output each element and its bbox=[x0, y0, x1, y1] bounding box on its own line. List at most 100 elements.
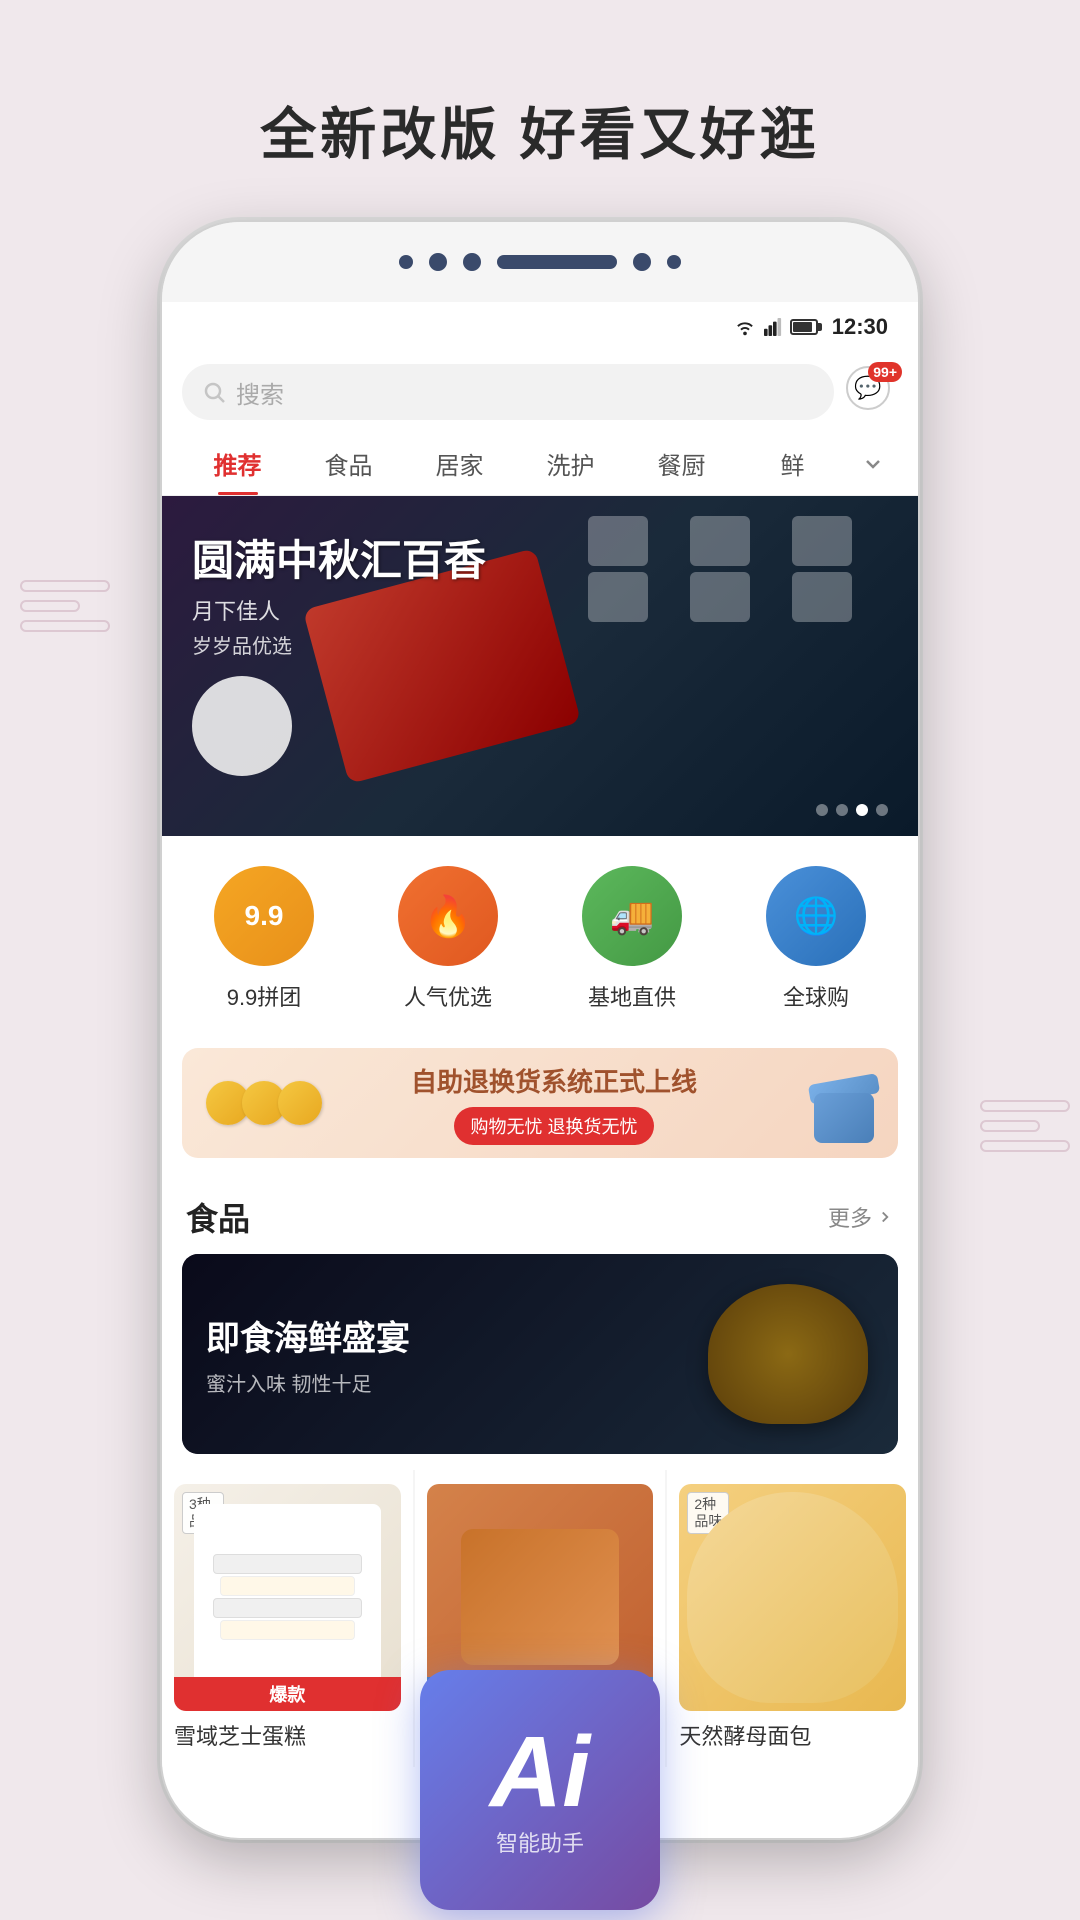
decor-line bbox=[20, 620, 110, 632]
banner-food-items bbox=[588, 516, 888, 622]
popular-icon-emoji: 🔥 bbox=[423, 893, 473, 940]
cat-item-tuijian[interactable]: 推荐 bbox=[182, 432, 293, 495]
status-bar: 12:30 bbox=[162, 302, 918, 352]
food-banner[interactable]: 即食海鲜盛宴 蜜汁入味 韧性十足 bbox=[182, 1254, 898, 1454]
decor-lines-left bbox=[20, 580, 110, 640]
promo-sub-btn: 购物无忧 退换货无忧 bbox=[454, 1107, 653, 1145]
box-shape bbox=[814, 1093, 874, 1143]
cake-visual bbox=[194, 1504, 381, 1691]
sensor-dot-2 bbox=[429, 253, 447, 271]
battery-icon bbox=[790, 319, 818, 335]
category-nav: 推荐 食品 居家 洗护 餐厨 鲜 bbox=[162, 432, 918, 496]
quick-icon-direct[interactable]: 🚚 基地直供 bbox=[582, 866, 682, 1012]
direct-icon-circle: 🚚 bbox=[582, 866, 682, 966]
signal-icon bbox=[764, 318, 782, 336]
banner-text-overlay: 圆满中秋汇百香 月下佳人 岁岁品优选 bbox=[192, 536, 486, 659]
decor-line bbox=[980, 1140, 1070, 1152]
promo-box-icon bbox=[794, 1063, 874, 1143]
search-input-wrap[interactable]: 搜索 bbox=[182, 364, 834, 420]
wifi-icon bbox=[734, 318, 756, 336]
direct-label: 基地直供 bbox=[588, 980, 676, 1012]
phone-frame: 12:30 搜索 💬 99+ bbox=[160, 220, 920, 1840]
cake-layer-1 bbox=[213, 1554, 362, 1574]
product-name-bread: 天然酵母面包 bbox=[679, 1723, 906, 1752]
food-cup-6 bbox=[792, 572, 852, 622]
food-cup-5 bbox=[690, 572, 750, 622]
food-cup-4 bbox=[588, 572, 648, 622]
promo-banner[interactable]: 自助退换货系统正式上线 购物无忧 退换货无忧 bbox=[182, 1048, 898, 1158]
food-banner-sub: 蜜汁入味 韧性十足 bbox=[206, 1368, 410, 1397]
decor-line bbox=[20, 600, 80, 612]
cake-layer-2 bbox=[220, 1576, 354, 1596]
product-badge-cake: 爆款 bbox=[174, 1677, 401, 1711]
quick-icons: 9.9 9.9拼团 🔥 人气优选 🚚 基地直供 bbox=[162, 836, 918, 1032]
promo-coins bbox=[206, 1081, 314, 1125]
banner-plate bbox=[192, 676, 292, 776]
promo-main-text: 自助退换货系统正式上线 bbox=[411, 1062, 697, 1099]
duck-meat bbox=[461, 1529, 620, 1665]
food-bowl bbox=[708, 1284, 868, 1424]
dot-3 bbox=[856, 804, 868, 816]
promo-center: 自助退换货系统正式上线 购物无忧 退换货无忧 bbox=[411, 1062, 697, 1145]
product-card-cake[interactable]: 3种 品味 爆款 bbox=[162, 1470, 413, 1767]
decor-line bbox=[980, 1120, 1040, 1132]
page-title: 全新改版 好看又好逛 bbox=[0, 0, 1080, 231]
banner-main-text: 圆满中秋汇百香 bbox=[192, 536, 486, 586]
pint-label: 9.9拼团 bbox=[227, 980, 302, 1012]
product-card-bread[interactable]: 2种 品味 天然酵母面包 bbox=[667, 1470, 918, 1767]
section-more[interactable]: 更多 bbox=[828, 1201, 894, 1233]
badge-count: 99+ bbox=[868, 362, 902, 382]
product-image-cake: 3种 品味 爆款 bbox=[174, 1484, 401, 1711]
phone-speaker bbox=[497, 255, 617, 269]
search-icon bbox=[202, 380, 226, 404]
food-cup-1 bbox=[588, 516, 648, 566]
banner-sub-text-1: 月下佳人 bbox=[192, 594, 486, 626]
decor-lines-right bbox=[980, 1100, 1070, 1160]
cat-item-shipin[interactable]: 食品 bbox=[293, 432, 404, 495]
status-icons: 12:30 bbox=[734, 314, 888, 340]
search-bar-row: 搜索 💬 99+ bbox=[162, 352, 918, 432]
message-badge[interactable]: 💬 99+ bbox=[846, 366, 898, 418]
global-label: 全球购 bbox=[783, 980, 849, 1012]
cat-item-xian[interactable]: 鲜 bbox=[737, 432, 848, 495]
ai-badge[interactable]: Ai 智能助手 bbox=[420, 1670, 660, 1910]
cat-item-canchu[interactable]: 餐厨 bbox=[626, 432, 737, 495]
banner[interactable]: 圆满中秋汇百香 月下佳人 岁岁品优选 bbox=[162, 496, 918, 836]
coin-3 bbox=[278, 1081, 322, 1125]
sensor-dot-4 bbox=[633, 253, 651, 271]
cat-more-button[interactable] bbox=[848, 452, 898, 476]
product-name-cake: 雪域芝士蛋糕 bbox=[174, 1723, 401, 1752]
screen-content[interactable]: 搜索 💬 99+ 推荐 食品 居家 洗护 bbox=[162, 352, 918, 1838]
pint-icon-circle: 9.9 bbox=[214, 866, 314, 966]
search-placeholder: 搜索 bbox=[236, 375, 284, 410]
food-cup-3 bbox=[792, 516, 852, 566]
dot-4 bbox=[876, 804, 888, 816]
chevron-right-icon bbox=[876, 1208, 894, 1226]
ai-badge-sub: 智能助手 bbox=[496, 1826, 584, 1858]
popular-icon-circle: 🔥 bbox=[398, 866, 498, 966]
status-time: 12:30 bbox=[832, 314, 888, 340]
dot-2 bbox=[836, 804, 848, 816]
cake-layer-4 bbox=[220, 1620, 354, 1640]
sensor-dot-5 bbox=[667, 255, 681, 269]
quick-icon-global[interactable]: 🌐 全球购 bbox=[766, 866, 866, 1012]
pint-icon-text: 9.9 bbox=[245, 900, 284, 932]
cat-item-xihu[interactable]: 洗护 bbox=[515, 432, 626, 495]
dot-1 bbox=[816, 804, 828, 816]
food-banner-title: 即食海鲜盛宴 bbox=[206, 1311, 410, 1360]
quick-icon-popular[interactable]: 🔥 人气优选 bbox=[398, 866, 498, 1012]
food-banner-text: 即食海鲜盛宴 蜜汁入味 韧性十足 bbox=[206, 1311, 410, 1397]
phone-top-bar bbox=[162, 222, 918, 302]
sensor-dot-3 bbox=[463, 253, 481, 271]
popular-label: 人气优选 bbox=[404, 980, 492, 1012]
cake-layers bbox=[213, 1552, 362, 1642]
product-image-bread: 2种 品味 bbox=[679, 1484, 906, 1711]
banner-dots bbox=[816, 804, 888, 816]
decor-line bbox=[20, 580, 110, 592]
cake-layer-3 bbox=[213, 1598, 362, 1618]
global-icon-circle: 🌐 bbox=[766, 866, 866, 966]
banner-sub-text-2: 岁岁品优选 bbox=[192, 630, 486, 659]
cat-item-jujia[interactable]: 居家 bbox=[404, 432, 515, 495]
sensor-dot-1 bbox=[399, 255, 413, 269]
quick-icon-pint[interactable]: 9.9 9.9拼团 bbox=[214, 866, 314, 1012]
